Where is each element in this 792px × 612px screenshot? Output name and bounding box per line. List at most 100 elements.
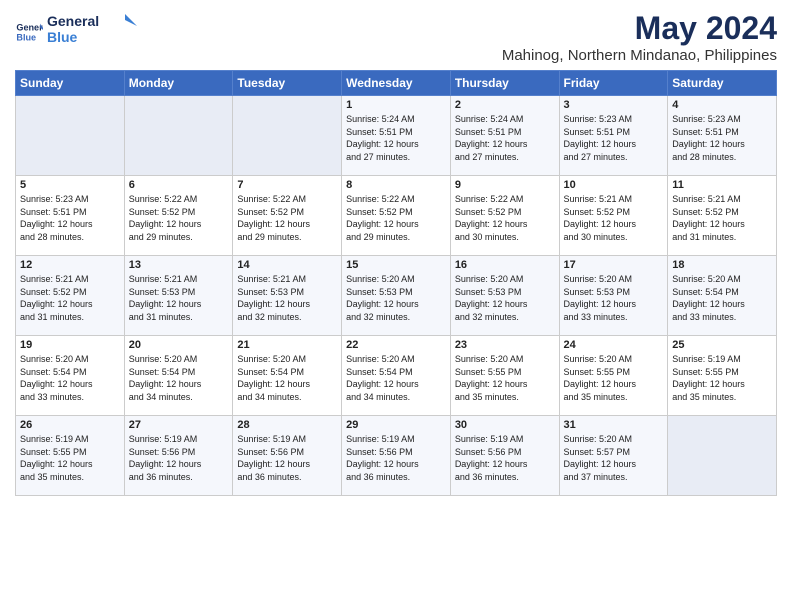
calendar-cell: 12 Sunrise: 5:21 AM Sunset: 5:52 PM Dayli… [16,256,125,336]
day-info: Sunrise: 5:23 AM Sunset: 5:51 PM Dayligh… [564,113,664,163]
logo-svg: General Blue [47,10,137,48]
day-number: 3 [564,99,664,111]
calendar-cell: 17Sunrise: 5:20 AM Sunset: 5:53 PM Dayli… [559,256,668,336]
day-info: Sunrise: 5:20 AM Sunset: 5:54 PM Dayligh… [346,353,446,403]
day-number: 4 [672,99,772,111]
calendar-cell: 9 Sunrise: 5:22 AM Sunset: 5:52 PM Daylig… [450,176,559,256]
calendar-cell: 21 Sunrise: 5:20 AM Sunset: 5:54 PM Dayli… [233,336,342,416]
calendar-cell: 26 Sunrise: 5:19 AM Sunset: 5:55 PM Dayli… [16,416,125,496]
calendar-cell: 2Sunrise: 5:24 AM Sunset: 5:51 PM Daylig… [450,96,559,176]
day-number: 11 [672,179,772,191]
day-info: Sunrise: 5:20 AM Sunset: 5:53 PM Dayligh… [564,273,664,323]
subtitle: Mahinog, Northern Mindanao, Philippines [502,47,777,64]
day-number: 13 [129,259,229,271]
calendar-cell: 11Sunrise: 5:21 AM Sunset: 5:52 PM Dayli… [668,176,777,256]
header-day-monday: Monday [124,71,233,96]
day-number: 31 [564,419,664,431]
day-info: Sunrise: 5:20 AM Sunset: 5:53 PM Dayligh… [346,273,446,323]
svg-text:General: General [16,22,43,32]
calendar-cell: 28 Sunrise: 5:19 AM Sunset: 5:56 PM Dayli… [233,416,342,496]
calendar-cell [16,96,125,176]
logo: General Blue General Blue [15,10,137,53]
calendar-cell: 6 Sunrise: 5:22 AM Sunset: 5:52 PM Daylig… [124,176,233,256]
day-info: Sunrise: 5:19 AM Sunset: 5:55 PM Dayligh… [20,433,120,483]
day-info: Sunrise: 5:21 AM Sunset: 5:53 PM Dayligh… [129,273,229,323]
calendar-cell: 5Sunrise: 5:23 AM Sunset: 5:51 PM Daylig… [16,176,125,256]
day-info: Sunrise: 5:20 AM Sunset: 5:54 PM Dayligh… [237,353,337,403]
day-number: 10 [564,179,664,191]
day-number: 20 [129,339,229,351]
day-info: Sunrise: 5:20 AM Sunset: 5:55 PM Dayligh… [455,353,555,403]
day-number: 15 [346,259,446,271]
calendar-cell: 10 Sunrise: 5:21 AM Sunset: 5:52 PM Dayli… [559,176,668,256]
day-number: 27 [129,419,229,431]
week-row-1: 1Sunrise: 5:24 AM Sunset: 5:51 PM Daylig… [16,96,777,176]
calendar-cell: 29Sunrise: 5:19 AM Sunset: 5:56 PM Dayli… [342,416,451,496]
header-day-tuesday: Tuesday [233,71,342,96]
calendar-header: SundayMondayTuesdayWednesdayThursdayFrid… [16,71,777,96]
header-day-sunday: Sunday [16,71,125,96]
calendar-cell: 19Sunrise: 5:20 AM Sunset: 5:54 PM Dayli… [16,336,125,416]
day-info: Sunrise: 5:19 AM Sunset: 5:56 PM Dayligh… [346,433,446,483]
day-info: Sunrise: 5:24 AM Sunset: 5:51 PM Dayligh… [346,113,446,163]
day-info: Sunrise: 5:20 AM Sunset: 5:53 PM Dayligh… [455,273,555,323]
week-row-3: 12 Sunrise: 5:21 AM Sunset: 5:52 PM Dayli… [16,256,777,336]
calendar-cell [124,96,233,176]
calendar-cell: 20Sunrise: 5:20 AM Sunset: 5:54 PM Dayli… [124,336,233,416]
calendar-cell: 7Sunrise: 5:22 AM Sunset: 5:52 PM Daylig… [233,176,342,256]
day-number: 22 [346,339,446,351]
day-number: 16 [455,259,555,271]
calendar-cell: 16 Sunrise: 5:20 AM Sunset: 5:53 PM Dayli… [450,256,559,336]
title-area: May 2024 Mahinog, Northern Mindanao, Phi… [502,10,777,64]
header: General Blue General Blue May 2024 Mahin… [15,10,777,64]
day-number: 7 [237,179,337,191]
week-row-2: 5Sunrise: 5:23 AM Sunset: 5:51 PM Daylig… [16,176,777,256]
calendar-cell: 3 Sunrise: 5:23 AM Sunset: 5:51 PM Daylig… [559,96,668,176]
day-info: Sunrise: 5:22 AM Sunset: 5:52 PM Dayligh… [346,193,446,243]
day-number: 9 [455,179,555,191]
day-info: Sunrise: 5:19 AM Sunset: 5:56 PM Dayligh… [455,433,555,483]
calendar-cell: 22 Sunrise: 5:20 AM Sunset: 5:54 PM Dayli… [342,336,451,416]
day-info: Sunrise: 5:19 AM Sunset: 5:56 PM Dayligh… [129,433,229,483]
day-number: 6 [129,179,229,191]
svg-text:Blue: Blue [16,32,36,42]
header-row: SundayMondayTuesdayWednesdayThursdayFrid… [16,71,777,96]
calendar-cell [233,96,342,176]
calendar-cell: 1Sunrise: 5:24 AM Sunset: 5:51 PM Daylig… [342,96,451,176]
day-info: Sunrise: 5:23 AM Sunset: 5:51 PM Dayligh… [672,113,772,163]
main-title: May 2024 [502,10,777,47]
day-number: 14 [237,259,337,271]
header-day-friday: Friday [559,71,668,96]
day-number: 12 [20,259,120,271]
calendar-table: SundayMondayTuesdayWednesdayThursdayFrid… [15,70,777,496]
calendar-cell: 25Sunrise: 5:19 AM Sunset: 5:55 PM Dayli… [668,336,777,416]
day-number: 25 [672,339,772,351]
calendar-cell [668,416,777,496]
day-info: Sunrise: 5:21 AM Sunset: 5:52 PM Dayligh… [20,273,120,323]
day-info: Sunrise: 5:20 AM Sunset: 5:54 PM Dayligh… [672,273,772,323]
day-info: Sunrise: 5:23 AM Sunset: 5:51 PM Dayligh… [20,193,120,243]
svg-text:General: General [47,13,99,29]
day-number: 21 [237,339,337,351]
calendar-cell: 23Sunrise: 5:20 AM Sunset: 5:55 PM Dayli… [450,336,559,416]
day-number: 24 [564,339,664,351]
day-number: 18 [672,259,772,271]
day-info: Sunrise: 5:19 AM Sunset: 5:56 PM Dayligh… [237,433,337,483]
calendar-cell: 18 Sunrise: 5:20 AM Sunset: 5:54 PM Dayli… [668,256,777,336]
week-row-4: 19Sunrise: 5:20 AM Sunset: 5:54 PM Dayli… [16,336,777,416]
svg-text:Blue: Blue [47,29,78,45]
calendar-cell: 14Sunrise: 5:21 AM Sunset: 5:53 PM Dayli… [233,256,342,336]
day-number: 8 [346,179,446,191]
calendar-cell: 15 Sunrise: 5:20 AM Sunset: 5:53 PM Dayli… [342,256,451,336]
calendar-body: 1Sunrise: 5:24 AM Sunset: 5:51 PM Daylig… [16,96,777,496]
day-info: Sunrise: 5:21 AM Sunset: 5:52 PM Dayligh… [564,193,664,243]
day-info: Sunrise: 5:22 AM Sunset: 5:52 PM Dayligh… [129,193,229,243]
day-number: 2 [455,99,555,111]
day-number: 28 [237,419,337,431]
day-info: Sunrise: 5:22 AM Sunset: 5:52 PM Dayligh… [455,193,555,243]
day-info: Sunrise: 5:20 AM Sunset: 5:57 PM Dayligh… [564,433,664,483]
calendar-cell: 30Sunrise: 5:19 AM Sunset: 5:56 PM Dayli… [450,416,559,496]
calendar-cell: 13 Sunrise: 5:21 AM Sunset: 5:53 PM Dayli… [124,256,233,336]
day-info: Sunrise: 5:20 AM Sunset: 5:54 PM Dayligh… [20,353,120,403]
day-number: 26 [20,419,120,431]
